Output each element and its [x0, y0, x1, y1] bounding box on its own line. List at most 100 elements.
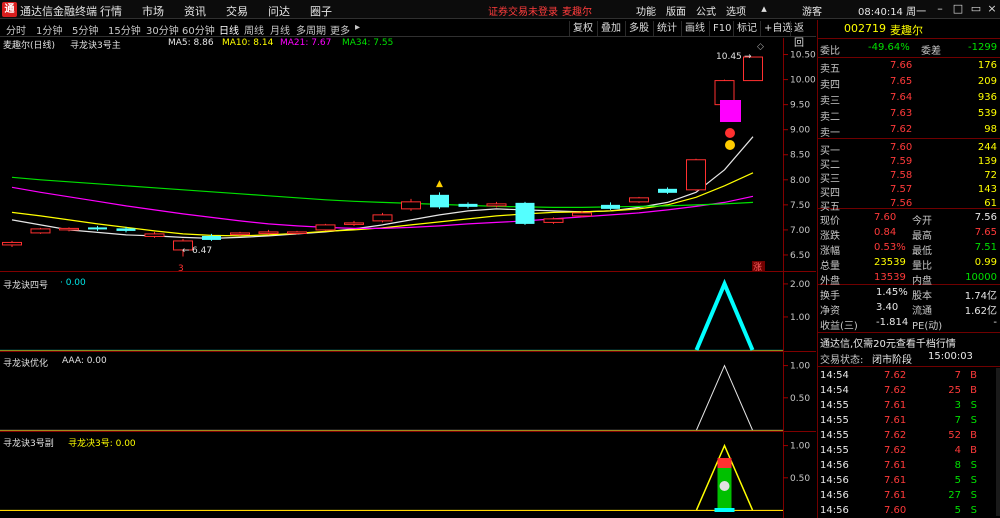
bid-price: 7.59: [890, 156, 913, 167]
candle-body: [658, 188, 677, 193]
signal-red-bar: [717, 458, 732, 468]
panel-tick-label: 2.00: [790, 280, 810, 290]
ask-price: 7.63: [890, 108, 913, 119]
quote-value: 23539: [874, 257, 906, 268]
tab-weekly[interactable]: 周线: [244, 22, 264, 37]
menu-banmian[interactable]: 版面: [666, 3, 686, 18]
ask-volume: 539: [977, 108, 997, 119]
tick-price: 7.61: [884, 415, 907, 426]
tab-more[interactable]: 更多: [330, 22, 350, 37]
candle-body: [629, 197, 649, 203]
tick-row: 14:55 7.62 52 B: [818, 428, 1000, 444]
btn-fuquan[interactable]: 复权: [569, 21, 596, 36]
close-icon[interactable]: ×: [984, 2, 1000, 16]
quote-row: 外盘 13539 内盘 10000: [818, 270, 1000, 287]
btn-f10[interactable]: F10: [709, 21, 734, 36]
restore-icon[interactable]: ▭: [968, 2, 984, 16]
promo-row[interactable]: 通达信,仅需20元查看千档行情: [818, 333, 1000, 350]
bid-price: 7.56: [890, 198, 913, 209]
tab-daily[interactable]: 日线: [219, 22, 239, 37]
menu-shichang[interactable]: 市场: [142, 3, 164, 19]
ask-volume: 176: [977, 60, 997, 71]
tab-1min[interactable]: 1分钟: [36, 22, 62, 37]
ask-price: 7.64: [890, 92, 913, 103]
more-chevron-icon[interactable]: ▸: [355, 22, 360, 33]
tab-multi-period[interactable]: 多周期: [296, 22, 326, 37]
quote-value: 10000: [965, 272, 997, 283]
diamond-icon[interactable]: ◇: [757, 42, 764, 52]
btn-duogu[interactable]: 多股: [625, 21, 652, 36]
tab-60min[interactable]: 60分钟: [182, 22, 215, 37]
minimize-icon[interactable]: –: [932, 2, 948, 16]
candle: [287, 230, 307, 235]
candle-body: [258, 231, 279, 234]
quote-value: 13539: [874, 272, 906, 283]
stat-row: 换手 1.45% 股本 1.74亿: [818, 285, 1000, 302]
btn-huaxian[interactable]: 画线: [681, 21, 708, 36]
guest-label[interactable]: 游客: [802, 3, 822, 18]
ask-volume: 936: [977, 92, 997, 103]
tab-fenshi[interactable]: 分时: [6, 22, 26, 37]
tab-monthly[interactable]: 月线: [270, 22, 290, 37]
btn-diejia[interactable]: 叠加: [597, 21, 624, 36]
kline-chart-area[interactable]: 10.50 10.00 9.50 9.00 8.50 8.00 7.50 7.00 6.50 2…: [0, 38, 816, 518]
quote-value: 0.84: [874, 227, 897, 238]
y-tick-label: 9.50: [790, 101, 810, 111]
menu-zixun[interactable]: 资讯: [184, 3, 206, 19]
candle-body: [144, 233, 165, 237]
candle-body: [686, 159, 706, 191]
menu-quanzi[interactable]: 圈子: [310, 3, 332, 19]
signal-dot-icon: [725, 128, 735, 138]
candle: [430, 192, 449, 209]
stat-row: 收益(三) -1.814 PE(动) -: [818, 315, 1000, 332]
menu-wenda[interactable]: 问达: [268, 3, 290, 19]
ask-label: 卖四: [820, 80, 840, 91]
tick-time: 14:55: [820, 415, 849, 426]
period-toolbar: 分时 1分钟 5分钟 15分钟 30分钟 60分钟 日线 周线 月线 多周期 更…: [0, 20, 816, 49]
tick-time: 14:56: [820, 475, 849, 486]
menu-jiaoyi[interactable]: 交易: [226, 3, 248, 19]
quote-row: 总量 23539 量比 0.99: [818, 255, 1000, 272]
tab-5min[interactable]: 5分钟: [72, 22, 98, 37]
high-arrow-icon: →: [744, 52, 752, 62]
maximize-icon[interactable]: □: [950, 2, 966, 16]
tick-row: 14:55 7.61 3 S: [818, 398, 1000, 414]
tab-15min[interactable]: 15分钟: [108, 22, 141, 37]
btn-back[interactable]: 返回: [790, 21, 816, 49]
quote-value: 7.51: [974, 242, 997, 253]
trade-status-row: 交易状态: 闭市阶段 15:00:03: [818, 349, 1000, 366]
tick-time: 14:55: [820, 400, 849, 411]
candle: [30, 227, 51, 234]
panel-tick-label: 1.00: [790, 442, 810, 452]
menu-xuanxiang[interactable]: 选项: [726, 3, 746, 18]
tick-price: 7.61: [884, 490, 907, 501]
btn-biaoji[interactable]: 标记: [733, 21, 760, 36]
marker-right: 涨: [753, 262, 762, 273]
tick-direction: S: [970, 505, 977, 516]
candle-body: [458, 203, 478, 207]
candle-body: [372, 214, 393, 222]
app-title: 通达信金融终端: [20, 5, 97, 18]
candle-body: [59, 227, 79, 231]
btn-tongji[interactable]: 统计: [653, 21, 680, 36]
panel-tick-label: 0.50: [790, 474, 810, 484]
bid-price: 7.60: [890, 142, 913, 153]
quote-header: 002719 麦趣尔: [818, 20, 1000, 37]
trade-login-warning[interactable]: 证券交易未登录: [488, 3, 558, 18]
signal-star-icon: ▲: [436, 179, 443, 189]
tick-price: 7.62: [884, 370, 907, 381]
ask-volume: 98: [984, 124, 997, 135]
weibi-value: -49.64%: [868, 42, 910, 53]
tick-row: 14:56 7.61 27 S: [818, 488, 1000, 504]
small-up-icon[interactable]: ▴: [756, 2, 772, 16]
stat-value: 3.40: [876, 302, 899, 313]
menu-hangqing[interactable]: 行情: [100, 3, 122, 19]
tab-30min[interactable]: 30分钟: [146, 22, 179, 37]
ask-row: 卖三 7.64 936: [818, 90, 1000, 107]
stat-label: 收益(三): [820, 321, 858, 332]
menu-gongneng[interactable]: 功能: [636, 3, 656, 18]
menu-gongshi[interactable]: 公式: [696, 3, 716, 18]
panel-tick-label: 1.00: [790, 313, 810, 323]
weibi-row: 委比 -49.64% 委差 -1299: [818, 40, 1000, 57]
promo-text[interactable]: 通达信,仅需20元查看千档行情: [820, 335, 956, 350]
